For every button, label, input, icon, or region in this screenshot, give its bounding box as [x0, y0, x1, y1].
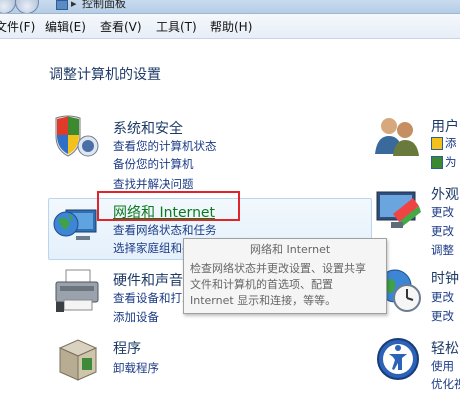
link-clock-2[interactable]: 更改: [431, 308, 454, 324]
menu-bar: 文件(F) 编辑(E) 查看(V) 工具(T) 帮助(H): [0, 14, 460, 39]
network-globe-icon[interactable]: [52, 198, 102, 248]
uac-shield-icon: [431, 137, 443, 150]
link-ease-1[interactable]: 使用: [431, 358, 454, 374]
appearance-monitor-icon[interactable]: [373, 188, 423, 232]
network-tooltip: 网络和 Internet 检查网络状态并更改设置、设置共享 文件和计算机的首选项…: [183, 238, 387, 314]
link-appearance-3[interactable]: 调整: [431, 242, 454, 258]
page-title: 调整计算机的设置: [49, 67, 161, 83]
shield-icon[interactable]: [52, 112, 102, 162]
menu-help[interactable]: 帮助(H): [210, 18, 252, 35]
forward-button[interactable]: [15, 0, 39, 13]
category-title-user[interactable]: 用户: [431, 116, 459, 136]
back-button[interactable]: [0, 0, 16, 13]
category-programs: 程序 卸载程序: [52, 334, 252, 390]
programs-box-icon[interactable]: [52, 334, 102, 384]
address-chevron-icon[interactable]: ▸: [71, 0, 77, 10]
link-clock-1[interactable]: 更改: [431, 289, 454, 305]
link-appearance-1[interactable]: 更改: [431, 204, 454, 220]
link-backup-computer[interactable]: 备份您的计算机: [113, 156, 194, 172]
link-add-device[interactable]: 添加设备: [113, 309, 159, 325]
printer-icon[interactable]: [52, 268, 102, 318]
uac-shield-icon: [431, 156, 443, 169]
menu-tools[interactable]: 工具(T): [156, 18, 197, 35]
annotation-highlight-box: [97, 191, 240, 221]
address-breadcrumb[interactable]: 控制面板: [82, 0, 126, 11]
link-user-1[interactable]: 添: [445, 135, 457, 151]
tooltip-line-3: Internet 显示和连接，等等。: [190, 294, 337, 307]
control-panel-icon: [56, 0, 68, 10]
menu-file[interactable]: 文件(F): [0, 18, 35, 35]
link-uninstall-program[interactable]: 卸载程序: [113, 360, 159, 376]
link-appearance-2[interactable]: 更改: [431, 223, 454, 239]
link-user-2[interactable]: 为: [445, 154, 457, 170]
user-accounts-icon[interactable]: [373, 114, 421, 158]
tooltip-line-2: 文件和计算机的首选项、配置: [190, 278, 333, 291]
category-title-clock[interactable]: 时钟: [431, 268, 459, 288]
category-title-system-security[interactable]: 系统和安全: [113, 118, 183, 138]
tooltip-line-1: 检查网络状态并更改设置、设置共享: [190, 262, 366, 275]
category-title-ease[interactable]: 轻松: [431, 338, 459, 358]
link-view-computer-status[interactable]: 查看您的计算机状态: [113, 138, 217, 154]
category-title-programs[interactable]: 程序: [113, 338, 141, 358]
link-troubleshoot[interactable]: 查找并解决问题: [113, 176, 194, 192]
menu-view[interactable]: 查看(V): [100, 18, 142, 35]
window-title-bar: ▸ 控制面板: [0, 0, 460, 14]
category-title-appearance[interactable]: 外观: [431, 184, 459, 204]
ease-of-access-icon[interactable]: [375, 336, 421, 382]
category-system-security: 系统和安全 查看您的计算机状态 备份您的计算机 查找并解决问题: [52, 112, 252, 192]
menu-edit[interactable]: 编辑(E): [45, 18, 86, 35]
link-view-network-status[interactable]: 查看网络状态和任务: [113, 222, 217, 238]
tooltip-title: 网络和 Internet: [250, 243, 331, 256]
category-title-hardware[interactable]: 硬件和声音: [113, 270, 183, 290]
link-ease-2[interactable]: 优化视: [431, 376, 460, 392]
